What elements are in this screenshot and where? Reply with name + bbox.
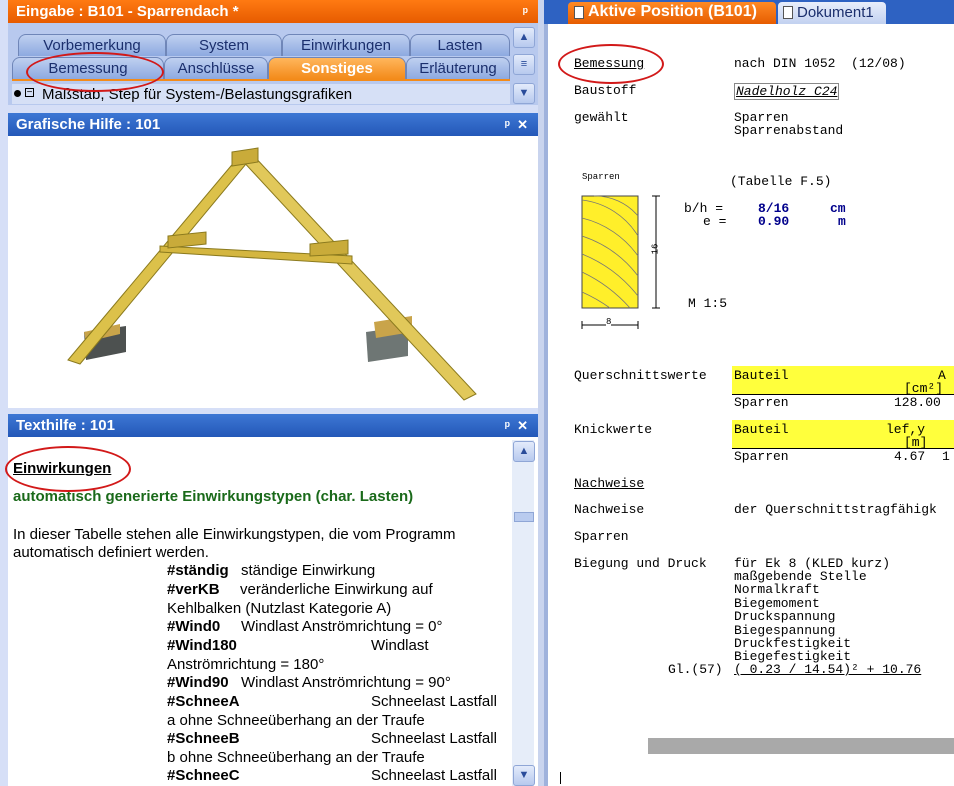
item-code: #Wind90 <box>167 674 229 691</box>
annotation-ellipse <box>26 52 164 92</box>
item-desc: ständige Einwirkung <box>241 562 376 579</box>
tab-dokument1-label: Dokument1 <box>797 4 874 21</box>
doc-tabelle: (Tabelle F.5) <box>730 174 832 189</box>
help-intro-line1: In dieser Tabelle stehen alle Einwirkung… <box>13 526 456 543</box>
doc-norm: nach DIN 1052 (12/08) <box>734 56 906 71</box>
scroll-down-button[interactable]: ▼ <box>513 765 535 786</box>
item-code: #Wind0 <box>167 618 221 635</box>
doc-nachweise-value: der Querschnittstragfähigk <box>734 502 937 517</box>
knick-row-value: 4.67 <box>894 449 926 464</box>
doc-line: Druckspannung <box>734 609 836 624</box>
help-intro-line2: automatisch definiert werden. <box>13 544 209 561</box>
doc-sparrenabstand: Sparrenabstand <box>734 123 844 138</box>
tab-erlaeuterung[interactable]: Erläuterung <box>406 57 510 79</box>
tab-lasten[interactable]: Lasten <box>410 34 510 56</box>
doc-gl-label: Gl.(57) <box>668 662 723 677</box>
knick-row-value2: 1 <box>942 449 950 464</box>
tab-dokument1[interactable]: Dokument1 <box>778 2 886 24</box>
qs-row-name: Sparren <box>734 395 789 410</box>
graphic-canvas <box>8 136 538 408</box>
section-label: Sparren <box>582 172 620 182</box>
item-desc-cont: Anströmrichtung = 180° <box>167 656 325 673</box>
scroll-thumb[interactable] <box>514 512 534 522</box>
text-cursor <box>560 772 561 784</box>
doc-tab-strip: Aktive Position (B101) Dokument1 <box>544 0 954 24</box>
annotation-ellipse <box>5 446 131 492</box>
graphic-panel-titlebar: Grafische Hilfe : 101 ᵖ ✕ <box>8 113 538 136</box>
qs-col-bauteil: Bauteil <box>734 368 789 383</box>
option-dropdown-button[interactable]: ▼ <box>513 83 535 104</box>
item-code: #SchneeB <box>167 730 240 747</box>
doc-sparren2: Sparren <box>574 529 629 544</box>
doc-gray-bar <box>648 738 954 754</box>
item-code: #Wind180 <box>167 637 237 654</box>
cross-section-drawing <box>581 195 660 329</box>
tab-anschluesse[interactable]: Anschlüsse <box>164 57 268 79</box>
input-panel-title: Eingabe : B101 - Sparrendach * <box>16 3 239 20</box>
doc-gewaehlt-label: gewählt <box>574 110 629 125</box>
doc-line: Normalkraft <box>734 582 820 597</box>
tabs-scroll-up-button[interactable]: ▲ <box>513 27 535 48</box>
doc-baustoff-value[interactable]: Nadelholz C24 <box>734 83 840 100</box>
doc-nachweise-heading: Nachweise <box>574 476 645 491</box>
pin-icon[interactable]: ᵖ <box>505 414 510 437</box>
text-panel-title: Texthilfe : 101 <box>16 417 115 434</box>
input-panel-titlebar: Eingabe : B101 - Sparrendach * ᵖ <box>8 0 538 23</box>
item-desc: Schneelast Lastfall <box>371 767 497 784</box>
item-code: #ständig <box>167 562 229 579</box>
tab-sonstiges[interactable]: Sonstiges <box>268 57 406 79</box>
doc-formula: ( 0.23 / 14.54)² + 10.76 <box>734 662 922 677</box>
item-desc: Windlast Anströmrichtung = 0° <box>241 618 443 635</box>
document-icon <box>574 6 584 19</box>
item-code: #SchneeA <box>167 693 240 710</box>
doc-knick-label: Knickwerte <box>574 422 653 437</box>
scroll-up-button[interactable]: ▲ <box>513 441 535 462</box>
tab-aktive-position[interactable]: Aktive Position (B101) <box>568 2 776 24</box>
item-desc: Schneelast Lastfall <box>371 730 497 747</box>
qs-row-value: 128.00 <box>894 395 941 410</box>
annotation-ellipse <box>558 44 664 84</box>
left-dock-area: Eingabe : B101 - Sparrendach * ᵖ Vorbeme… <box>0 0 538 786</box>
item-desc-cont: b ohne Schneeüberhang an der Traufe <box>167 749 425 766</box>
item-code: #SchneeC <box>167 767 240 784</box>
dim-height: 16 <box>650 243 661 255</box>
graphic-panel-title: Grafische Hilfe : 101 <box>16 116 161 133</box>
dim-width: 8 <box>606 317 612 327</box>
doc-e-value: 0.90 <box>758 214 790 229</box>
pin-icon[interactable]: ᵖ <box>505 113 510 136</box>
item-desc: veränderliche Einwirkung auf <box>240 581 433 598</box>
item-desc-cont: Kehlbalken (Nutzlast Kategorie A) <box>167 600 392 617</box>
doc-nachweise-label: Nachweise <box>574 502 645 517</box>
knick-col-bauteil: Bauteil <box>734 422 789 437</box>
collapse-icon[interactable]: − <box>25 88 34 98</box>
item-code: #verKB <box>167 581 220 598</box>
doc-baustoff-label: Baustoff <box>574 83 637 98</box>
tabs-menu-button[interactable]: ≡ <box>513 54 535 75</box>
item-desc: Schneelast Lastfall <box>371 693 497 710</box>
tab-einwirkungen[interactable]: Einwirkungen <box>282 34 410 56</box>
pin-icon[interactable]: ᵖ <box>523 0 528 23</box>
doc-biegung-label: Biegung und Druck <box>574 556 707 571</box>
doc-e-label: e = <box>703 214 727 229</box>
item-desc: Windlast Anströmrichtung = 90° <box>241 674 451 691</box>
tab-system[interactable]: System <box>166 34 282 56</box>
tab-aktive-position-label: Aktive Position (B101) <box>588 3 757 20</box>
doc-qs-label: Querschnittswerte <box>574 368 707 383</box>
doc-scale: M 1:5 <box>688 296 728 311</box>
text-panel-titlebar: Texthilfe : 101 ᵖ ✕ <box>8 414 538 437</box>
text-scrollbar[interactable] <box>512 440 534 786</box>
item-desc: Windlast <box>371 637 429 654</box>
item-desc-cont: a ohne Schneeüberhang an der Traufe <box>167 712 425 729</box>
close-icon[interactable]: ✕ <box>517 414 528 437</box>
rafter-roof-illustration <box>67 147 477 401</box>
bullet-icon <box>14 90 21 97</box>
knick-row-name: Sparren <box>734 449 789 464</box>
document-icon <box>783 6 793 19</box>
close-icon[interactable]: ✕ <box>517 113 528 136</box>
doc-e-unit: m <box>838 214 846 229</box>
